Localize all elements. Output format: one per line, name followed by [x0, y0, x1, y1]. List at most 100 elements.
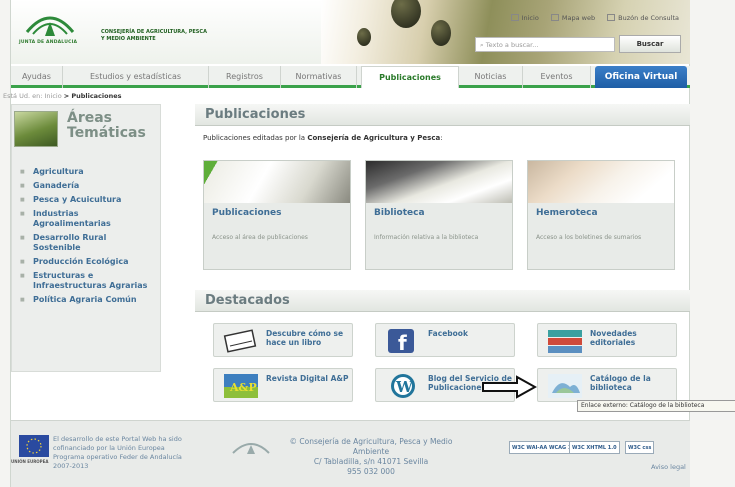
organization-name: CONSEJERÍA DE AGRICULTURA, PESCA Y MEDIO… — [101, 29, 207, 43]
copyright-block: © Consejería de Agricultura, Pesca y Med… — [251, 437, 491, 477]
eu-flag-icon — [19, 435, 49, 457]
catalog-icon — [548, 374, 582, 398]
card-desc: Información relativa a la biblioteca — [374, 234, 479, 241]
search-button[interactable]: Buscar — [619, 35, 681, 53]
sidebar-item-estructuras[interactable]: Estructuras e Infraestructuras Agrarias — [20, 271, 156, 291]
destacados-section: Destacados — [195, 290, 691, 312]
search-input[interactable]: ⌕ Texto a buscar... — [475, 37, 615, 52]
mailbox-link[interactable]: Buzón de Consulta — [607, 14, 679, 22]
site-header: JUNTA DE ANDALUCIA CONSEJERÍA DE AGRICUL… — [11, 0, 691, 64]
tab-eventos[interactable]: Eventos — [523, 66, 591, 88]
svg-text:f: f — [398, 331, 407, 354]
sidebar-item-pesca[interactable]: Pesca y Acuicultura — [20, 195, 156, 205]
destacado-label: Novedades editoriales — [590, 329, 637, 347]
home-icon — [510, 14, 519, 21]
window-background — [690, 0, 735, 487]
sidebar-title: Áreas Temáticas — [67, 111, 146, 141]
sidebar-title-line-2: Temáticas — [67, 125, 146, 141]
phone: 955 032 000 — [347, 467, 395, 476]
home-link[interactable]: Inicio — [510, 14, 539, 22]
tab-estudios[interactable]: Estudios y estadísticas — [63, 66, 209, 88]
annotation-arrow-icon — [482, 375, 537, 399]
header-banner-image — [321, 0, 691, 64]
top-links: Inicio Mapa web Buzón de Consulta — [501, 14, 679, 22]
address: C/ Tabladilla, s/n 41071 Sevilla — [313, 457, 429, 466]
tab-publicaciones[interactable]: Publicaciones — [361, 66, 459, 88]
olive-decoration — [357, 28, 371, 46]
destacado-libro[interactable]: Descubre cómo se hace un libro — [213, 323, 353, 357]
sidebar-item-pac[interactable]: Política Agraria Común — [20, 295, 156, 305]
olive-decoration — [431, 20, 451, 46]
tab-normativas[interactable]: Normativas — [281, 66, 357, 88]
destacado-novedades[interactable]: Novedades editoriales — [537, 323, 677, 357]
biblioteca-image — [366, 161, 512, 203]
facebook-icon: f — [388, 329, 414, 354]
page: JUNTA DE ANDALUCIA CONSEJERÍA DE AGRICUL… — [3, 0, 691, 487]
breadcrumb: Está Ud. en: Inicio > Publicaciones — [3, 92, 122, 100]
books-stack-icon — [548, 330, 582, 353]
aviso-legal-link[interactable]: Aviso legal — [651, 463, 686, 471]
destacado-catalogo[interactable]: Catálogo de la biblioteca — [537, 368, 677, 402]
card-title: Hemeroteca — [536, 208, 598, 218]
w3c-xhtml-badge[interactable]: W3C XHTML 1.0 — [569, 441, 620, 454]
w3c-css-badge[interactable]: W3C css — [625, 441, 655, 454]
funding-line-4: 2007-2013 — [53, 462, 89, 470]
card-biblioteca[interactable]: Biblioteca Información relativa a la bib… — [365, 160, 513, 270]
card-desc: Acceso a los boletines de sumarios — [536, 234, 642, 241]
funding-text: El desarrollo de este Portal Web ha sido… — [53, 435, 182, 471]
destacado-label: Facebook — [428, 329, 468, 338]
destacados-title: Destacados — [195, 290, 691, 312]
org-line-2: Y MEDIO AMBIENTE — [101, 36, 156, 42]
main-content: Publicaciones Publicaciones editadas por… — [195, 104, 691, 402]
destacado-label: Revista Digital A&P — [266, 374, 349, 383]
sitemap-link[interactable]: Mapa web — [550, 14, 595, 22]
card-title: Biblioteca — [374, 208, 425, 218]
logo-caption: JUNTA DE ANDALUCIA — [19, 40, 78, 45]
card-title: Publicaciones — [212, 208, 282, 218]
destacado-facebook[interactable]: f Facebook — [375, 323, 515, 357]
tab-ayudas[interactable]: Ayudas — [11, 66, 63, 88]
magazine-icon: A&P — [224, 374, 258, 398]
tooltip: Enlace externo: Catálogo de la bibliotec… — [577, 400, 735, 412]
badge-label: XHTML 1.0 — [586, 445, 617, 451]
book-icon — [223, 329, 257, 353]
page-title: Publicaciones — [195, 104, 691, 126]
publicaciones-image — [204, 161, 350, 203]
breadcrumb-separator: > — [63, 92, 70, 100]
areas-photo — [14, 111, 58, 147]
sidebar-item-ganaderia[interactable]: Ganadería — [20, 181, 156, 191]
sidebar-list: Agricultura Ganadería Pesca y Acuicultur… — [20, 167, 156, 309]
breadcrumb-current: Publicaciones — [71, 92, 122, 100]
copyright-line-1: © Consejería de Agricultura, Pesca y Med… — [289, 437, 453, 446]
main-nav: Ayudas Estudios y estadísticas Registros… — [11, 66, 691, 88]
svg-text:W: W — [395, 378, 414, 396]
destacado-label: Catálogo de la biblioteca — [590, 374, 651, 392]
intro-text: Publicaciones editadas por la Consejería… — [203, 134, 691, 142]
card-desc: Acceso al área de publicaciones — [212, 234, 308, 241]
tab-oficina-virtual[interactable]: Oficina Virtual — [595, 66, 687, 88]
olive-decoration — [391, 0, 421, 28]
card-hemeroteca[interactable]: Hemeroteca Acceso a los boletines de sum… — [527, 160, 675, 270]
sidebar-item-agricultura[interactable]: Agricultura — [20, 167, 156, 177]
funding-line-2: cofinanciado por la Unión Europea — [53, 444, 165, 452]
copyright-line-2: Ambiente — [352, 447, 390, 456]
badge-label: css — [642, 445, 652, 451]
wordpress-icon: W — [391, 374, 415, 398]
hemeroteca-image — [528, 161, 674, 203]
destacado-revista[interactable]: A&P Revista Digital A&P — [213, 368, 353, 402]
sidebar-title-line-1: Áreas — [67, 110, 113, 126]
breadcrumb-prefix: Está Ud. en: — [3, 92, 43, 100]
sidebar-item-produccion-ecologica[interactable]: Producción Ecológica — [20, 257, 156, 267]
breadcrumb-home-link[interactable]: Inicio — [45, 92, 62, 100]
sidebar-item-desarrollo-rural[interactable]: Desarrollo Rural Sostenible — [20, 233, 156, 253]
tab-registros[interactable]: Registros — [209, 66, 281, 88]
svg-text:A&P: A&P — [229, 381, 257, 394]
card-publicaciones[interactable]: Publicaciones Acceso al área de publicac… — [203, 160, 351, 270]
sidebar-item-industrias[interactable]: Industrias Agroalimentarias — [20, 209, 156, 229]
intro-prefix: Publicaciones editadas por la — [203, 134, 306, 142]
tab-noticias[interactable]: Noticias — [459, 66, 523, 88]
eu-caption: UNIÓN EUROPEA — [11, 459, 49, 464]
mailbox-icon — [607, 14, 616, 21]
intro-suffix: : — [440, 134, 443, 142]
intro-org: Consejería de Agricultura y Pesca — [307, 134, 441, 142]
